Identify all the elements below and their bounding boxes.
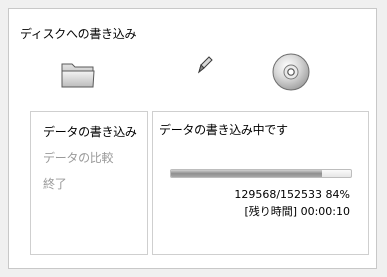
time-remaining: [残り時間] 00:00:10 xyxy=(244,205,350,218)
step-write-data: データの書き込み xyxy=(43,125,137,139)
progress-bar-fill xyxy=(171,170,323,177)
cd-disc-icon xyxy=(272,53,310,91)
progress-counter: 129568/152533 84% xyxy=(234,188,350,201)
step-compare-data: データの比較 xyxy=(43,151,114,165)
progress-panel: データの書き込み中です 129568/152533 84% [残り時間] 00:… xyxy=(152,111,369,255)
status-text: データの書き込み中です xyxy=(159,123,288,137)
dialog-title: ディスクへの書き込み xyxy=(20,27,137,41)
progress-bar xyxy=(170,169,352,178)
steps-panel: データの書き込み データの比較 終了 xyxy=(30,111,148,255)
folder-icon xyxy=(61,63,95,88)
pen-icon xyxy=(198,56,213,74)
step-finish: 終了 xyxy=(43,177,67,191)
